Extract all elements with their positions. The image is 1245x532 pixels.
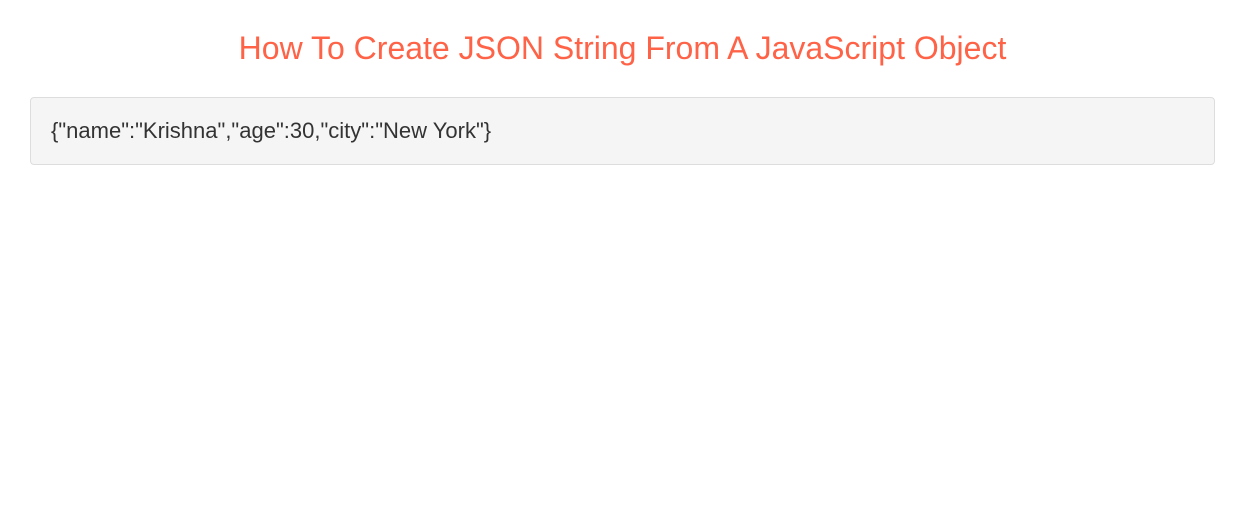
code-block: {"name":"Krishna","age":30,"city":"New Y… [30, 97, 1215, 165]
json-output: {"name":"Krishna","age":30,"city":"New Y… [51, 118, 491, 143]
page-title: How To Create JSON String From A JavaScr… [20, 30, 1225, 67]
